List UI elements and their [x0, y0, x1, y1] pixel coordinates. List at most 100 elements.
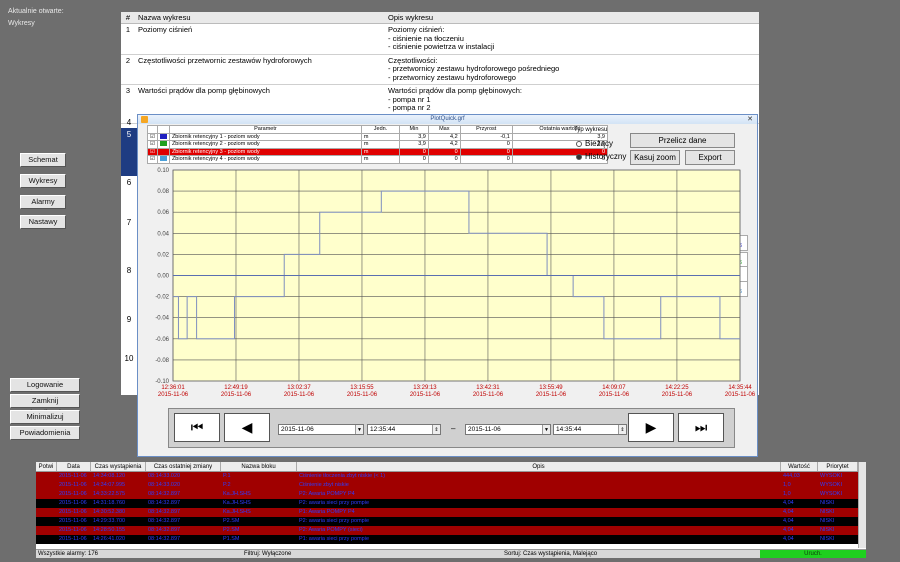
alarm-cell: P.2 [223, 482, 231, 488]
alarm-col-header[interactable]: Wartość [781, 462, 818, 471]
alarm-cell: Ciśnienie tłoczenia zbyt niskie (< 1) [299, 473, 386, 479]
alarm-cell [36, 472, 57, 481]
y-tick-label: 0.04 [157, 231, 169, 237]
alarm-cell: 4,04 [783, 509, 794, 515]
alarm-col-header[interactable]: Data [57, 462, 91, 471]
alarm-cell [36, 481, 57, 490]
alarm-cell: P1: Awaria POMPY P4 [299, 509, 355, 515]
alarm-cell: 08:14:32.897 [148, 500, 181, 506]
alarm-cell: NISKI [820, 527, 835, 533]
alarm-cell: 08:14:32.897 [148, 527, 181, 533]
alarm-cell [36, 490, 57, 499]
alarm-cell [36, 535, 57, 544]
alarm-cell [36, 499, 57, 508]
y-tick-label: 0.08 [157, 189, 169, 195]
x-tick-time: 13:29:13 [413, 385, 437, 391]
alarm-cell: 14:29:33.700 [93, 518, 126, 524]
alarm-cell [36, 526, 57, 535]
alarm-panel: Potwi Data Czas wystąpienia Czas ostatniej … [36, 462, 866, 558]
alarm-filter[interactable]: Filtruj: Wyłączone [244, 550, 291, 559]
y-tick-label: -0.06 [155, 337, 169, 343]
alarm-cell: 4,04 [783, 500, 794, 506]
alarm-cell: P1.SM [223, 536, 240, 542]
y-tick-label: 0.00 [157, 274, 169, 280]
x-tick-time: 14:09:07 [602, 385, 626, 391]
alarm-cell: 2015-11-06 [59, 473, 87, 479]
alarm-cell: P.1 [223, 473, 231, 479]
alarm-cell: WYSOKI [820, 491, 843, 497]
alarm-col-header[interactable]: Czas wystąpienia [91, 462, 146, 471]
alarm-cell: WYSOKI [820, 473, 843, 479]
x-tick-date: 2015-11-06 [284, 392, 315, 398]
alarm-cell: Ka.JH.SHS [223, 491, 251, 497]
alarm-col-header[interactable]: Opis [297, 462, 781, 471]
alarm-row[interactable]: 2015-11-06 14:28:50.155 08:14:32.897 P2.SM P… [36, 526, 866, 535]
alarm-cell: Ka.JH.SHS [223, 509, 251, 515]
y-tick-label: 0.10 [157, 168, 169, 174]
x-tick-time: 13:55:49 [539, 385, 563, 391]
alarm-cell: 1,0 [783, 491, 791, 497]
alarm-cell: 08:14:32.897 [148, 518, 181, 524]
x-tick-time: 14:22:25 [665, 385, 689, 391]
x-tick-date: 2015-11-06 [473, 392, 504, 398]
alarm-col-header[interactable]: Potwi [36, 462, 57, 471]
alarm-cell: 2015-11-06 [59, 527, 87, 533]
x-tick-date: 2015-11-06 [410, 392, 441, 398]
alarm-row[interactable]: 2015-11-06 14:34:07.995 08:14:33.020 P.2 Ciś… [36, 481, 866, 490]
alarm-cell: 2015-11-06 [59, 500, 87, 506]
alarm-cell: 08:14:32.897 [148, 509, 181, 515]
alarm-cell: 2015-11-06 [59, 518, 87, 524]
alarm-cell [36, 517, 57, 526]
alarm-row[interactable]: 2015-11-06 14:31:18.760 08:14:32.897 Ka.JH.… [36, 499, 866, 508]
alarm-row[interactable]: 2015-11-06 14:33:22.575 08:14:32.897 Ka.JH.… [36, 490, 866, 499]
x-tick-date: 2015-11-06 [725, 392, 756, 398]
y-tick-label: 0.02 [157, 252, 169, 258]
alarm-cell: P2.SM [223, 527, 240, 533]
alarm-cell: P1: awaria sieci przy pompie [299, 536, 370, 542]
alarm-cell: 2015-11-06 [59, 509, 87, 515]
alarm-cell: P2: Awaria POMPY (sieci) [299, 527, 363, 533]
y-tick-label: -0.08 [155, 358, 169, 364]
alarm-cell: 1,0 [783, 482, 791, 488]
alarm-cell: 08:14:33.020 [148, 473, 181, 479]
x-tick-time: 12:49:19 [224, 385, 248, 391]
alarm-cell: NISKI [820, 536, 835, 542]
x-tick-time: 14:35:44 [728, 385, 752, 391]
x-tick-date: 2015-11-06 [536, 392, 567, 398]
alarm-cell: 14:28:50.155 [93, 527, 126, 533]
x-tick-time: 13:02:37 [287, 385, 311, 391]
alarm-cell: 14:31:18.760 [93, 500, 126, 506]
alarm-col-header[interactable]: Nazwa bloku [221, 462, 297, 471]
x-tick-date: 2015-11-06 [158, 392, 189, 398]
x-tick-time: 13:42:31 [476, 385, 500, 391]
alarm-cell: 4,04 [783, 527, 794, 533]
alarm-row[interactable]: 2015-11-06 14:34:08.120 08:14:33.020 P.1 Ciś… [36, 472, 866, 481]
alarm-scrollbar[interactable] [858, 462, 866, 548]
y-tick-label: 0.06 [157, 210, 169, 216]
alarm-cell: 444,03 [783, 473, 800, 479]
alarm-cell: 2015-11-06 [59, 536, 87, 542]
alarm-cell: NISKI [820, 500, 835, 506]
x-tick-time: 12:36:01 [161, 385, 185, 391]
x-tick-date: 2015-11-06 [662, 392, 693, 398]
alarm-cell: 08:14:33.020 [148, 482, 181, 488]
alarm-total: Wszystkie alarmy: 176 [38, 551, 99, 557]
x-tick-time: 13:15:55 [350, 385, 374, 391]
alarm-cell: Ka.JH.SHS [223, 500, 251, 506]
alarm-row[interactable]: 2015-11-06 14:30:52.380 08:14:32.897 Ka.JH.… [36, 508, 866, 517]
alarm-cell: 14:26:41.020 [93, 536, 126, 542]
alarm-cell: 2015-11-06 [59, 491, 87, 497]
alarm-cell: P2.SM [223, 518, 240, 524]
alarm-row[interactable]: 2015-11-06 14:29:33.700 08:14:32.897 P2.SM P… [36, 517, 866, 526]
alarm-cell: P2: Awaria POMPY P4 [299, 491, 355, 497]
alarm-cell: 2015-11-06 [59, 482, 87, 488]
x-tick-date: 2015-11-06 [599, 392, 630, 398]
alarm-col-header[interactable]: Czas ostatniej zmiany [146, 462, 221, 471]
alarm-cell [36, 508, 57, 517]
alarm-row[interactable]: 2015-11-06 14:26:41.020 08:14:32.897 P1.SM P… [36, 535, 866, 544]
alarm-cell: NISKI [820, 509, 835, 515]
alarm-cell: P2: awaria sieci przy pompie [299, 518, 370, 524]
alarm-col-header[interactable]: Priorytet [818, 462, 858, 471]
alarm-cell: 08:14:32.897 [148, 491, 181, 497]
alarm-sort[interactable]: Sortuj: Czas wystąpienia, Malejąco [504, 550, 597, 559]
